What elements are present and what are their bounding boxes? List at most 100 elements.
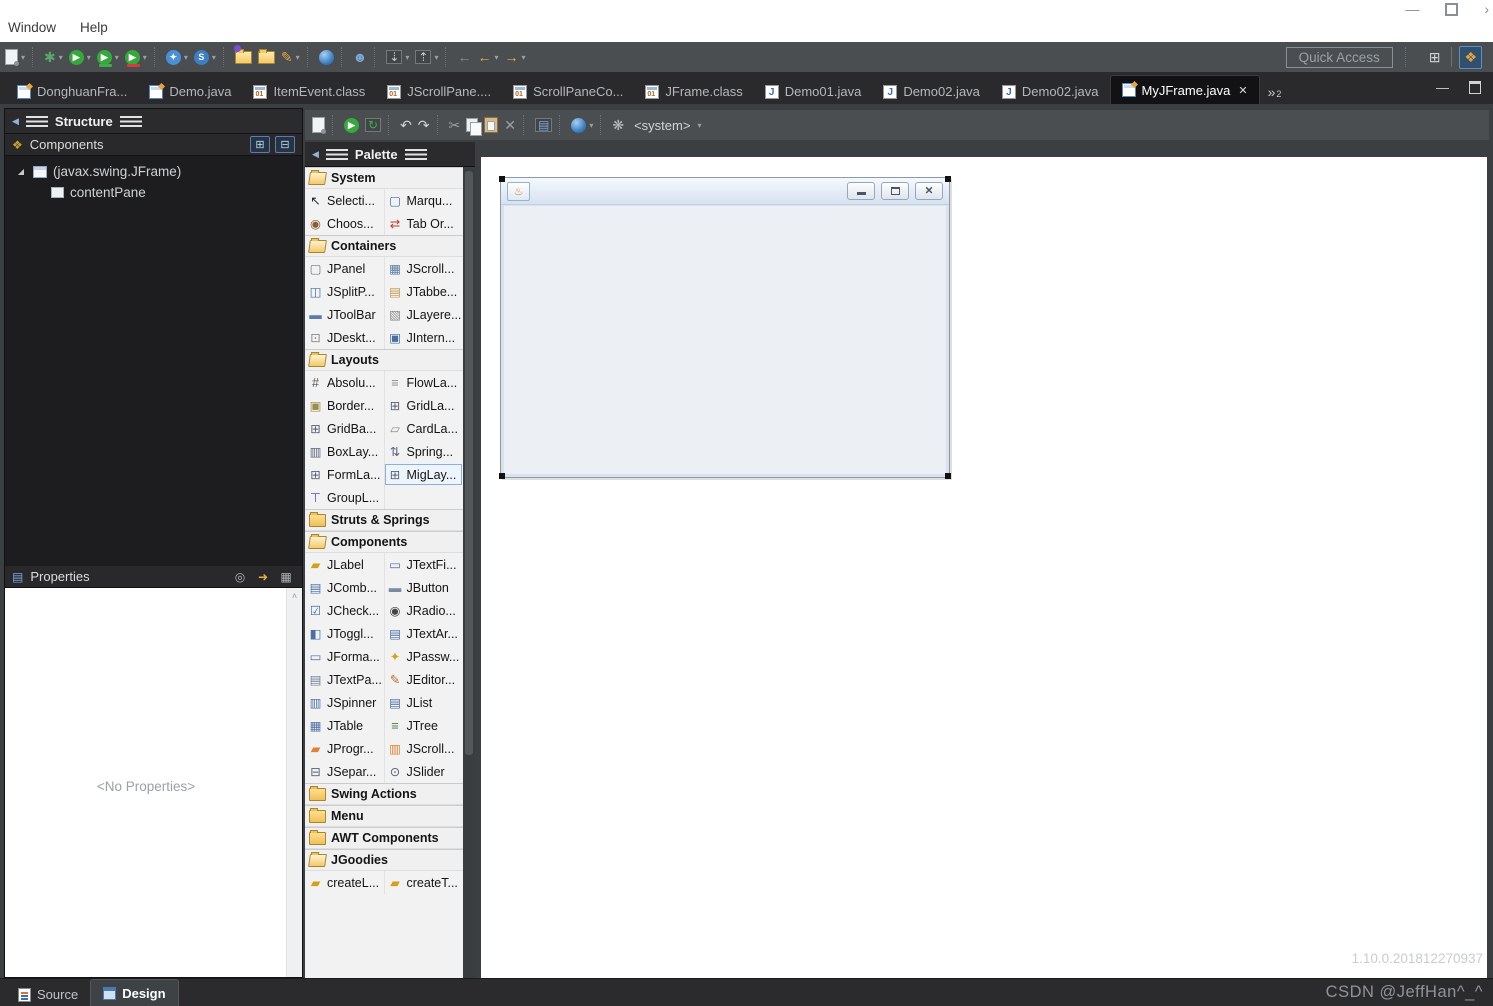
expander-icon[interactable]: ◢	[15, 167, 27, 176]
debug-icon[interactable]: ✱ ▾	[44, 45, 63, 69]
palette-section-struts-springs[interactable]: Struts & Springs	[305, 509, 463, 531]
dropdown-arrow-icon[interactable]: ▾	[212, 53, 216, 62]
undo-icon[interactable]: ↶	[400, 113, 412, 137]
dropdown-arrow-icon[interactable]: ▾	[522, 53, 526, 62]
palette-item-jdesktoppane[interactable]: ⊡ JDeskt...	[305, 326, 384, 349]
palette-item-jtextfield[interactable]: ▭ JTextFi...	[383, 553, 464, 576]
expand-all-icon[interactable]: ⊞	[250, 136, 270, 153]
palette-tab[interactable]: ◀ Palette	[305, 142, 475, 167]
team-user-icon[interactable]: ☻	[353, 45, 368, 69]
next-annotation-icon[interactable]: ⇡ ▾	[415, 45, 438, 69]
web-browser-icon[interactable]	[318, 45, 334, 69]
palette-item-jtextarea[interactable]: ▤ JTextAr...	[383, 622, 464, 645]
new-icon[interactable]: ▾	[5, 45, 25, 69]
structure-tab[interactable]: ◀ Structure	[5, 109, 302, 134]
menu-help[interactable]: Help	[80, 20, 108, 35]
palette-item-jspinner[interactable]: ▥ JSpinner	[305, 691, 384, 714]
tree-item[interactable]: contentPane	[5, 182, 302, 203]
window-restore-icon[interactable]	[1445, 2, 1459, 16]
collapse-panel-icon[interactable]: ◀	[12, 116, 19, 127]
frame-minimize-button[interactable]	[847, 182, 875, 200]
open-resource-icon[interactable]	[257, 45, 275, 69]
editor-tab[interactable]: JScrollPane....	[376, 79, 502, 104]
jframe-preview[interactable]: ♨ ✕	[499, 176, 951, 479]
palette-item-jradiobutton[interactable]: ◉ JRadio...	[383, 599, 464, 622]
palette-item-choose-bean[interactable]: ◉ Choos...	[305, 212, 384, 235]
editor-tab[interactable]: ScrollPaneCo...	[502, 79, 634, 104]
configure-properties-icon[interactable]: ▦	[277, 569, 295, 584]
palette-item-spring-layout[interactable]: ⇅ Spring...	[383, 440, 464, 463]
selection-handle[interactable]	[945, 473, 951, 479]
palette-item-border-layout[interactable]: ▣ Border...	[305, 394, 384, 417]
scroll-up-icon[interactable]: ˄	[287, 588, 302, 601]
tab-overflow-indicator[interactable]: » 2	[1260, 84, 1290, 104]
tree-item[interactable]: ◢ (javax.swing.JFrame)	[5, 161, 302, 182]
back-icon[interactable]: ← ▾	[477, 45, 498, 69]
palette-item-jprogressbar[interactable]: ▰ JProgr...	[305, 737, 384, 760]
test-window-icon[interactable]: ▶	[344, 113, 359, 137]
look-and-feel-icon[interactable]: ❋	[612, 113, 624, 137]
jframe-titlebar[interactable]: ♨ ✕	[501, 178, 949, 205]
tab-source[interactable]: Source	[6, 983, 90, 1006]
window-minimize-icon[interactable]: —	[1405, 2, 1419, 16]
palette-section-components[interactable]: Components	[305, 531, 463, 553]
locale-globe-icon[interactable]: ▾	[571, 113, 593, 137]
tab-design[interactable]: Design	[90, 979, 179, 1006]
palette-item-jtree[interactable]: ≡ JTree	[383, 714, 464, 737]
palette-item-jlabel[interactable]: ▰ JLabel	[305, 553, 384, 576]
editor-tab[interactable]: DonghuanFra...	[6, 79, 138, 104]
menu-window[interactable]: Window	[8, 20, 56, 35]
reparse-icon[interactable]	[312, 113, 326, 137]
properties-scrollbar[interactable]: ˄	[286, 588, 302, 977]
dropdown-arrow-icon[interactable]: ▾	[589, 121, 593, 130]
editor-tab[interactable]: MyJFrame.java ✕	[1109, 75, 1260, 104]
new-java-project-icon[interactable]: ✦ ▾	[165, 45, 188, 69]
back-disabled-icon[interactable]: ←	[457, 45, 471, 69]
palette-item-jtable[interactable]: ▦ JTable	[305, 714, 384, 737]
selection-handle[interactable]	[499, 176, 505, 182]
palette-item-jformattedtextfield[interactable]: ▭ JForma...	[305, 645, 384, 668]
design-canvas[interactable]: ♨ ✕ 1.10.0.201812270937	[481, 157, 1487, 978]
palette-item-jinternalframe[interactable]: ▣ JIntern...	[383, 326, 464, 349]
selection-handle[interactable]	[499, 473, 505, 479]
paste-icon[interactable]	[484, 113, 499, 137]
last-edit-location-icon[interactable]: ⇣ ▾	[386, 45, 409, 69]
dropdown-arrow-icon[interactable]: ▾	[115, 53, 119, 62]
palette-item-flow-layout[interactable]: ≡ FlowLa...	[383, 371, 464, 394]
palette-item-jscrollbar[interactable]: ▥ JScroll...	[383, 737, 464, 760]
palette-item-jtogglebutton[interactable]: ◧ JToggl...	[305, 622, 384, 645]
palette-item-jcombobox[interactable]: ▤ JComb...	[305, 576, 384, 599]
dropdown-arrow-icon[interactable]: ▾	[21, 53, 25, 62]
palette-item-absolute-layout[interactable]: # Absolu...	[305, 371, 384, 394]
palette-item-jcheckbox[interactable]: ☑ JCheck...	[305, 599, 384, 622]
palette-section-layouts[interactable]: Layouts	[305, 349, 463, 371]
palette-item-jtextpane[interactable]: ▤ JTextPa...	[305, 668, 384, 691]
palette-item-jscrollpane[interactable]: ▦ JScroll...	[383, 257, 464, 280]
editor-tab[interactable]: ItemEvent.class	[242, 79, 376, 104]
palette-item-jgoodies-create-label[interactable]: ▰ createL...	[305, 871, 384, 894]
palette-item-jpasswordfield[interactable]: ✦ JPassw...	[383, 645, 464, 668]
palette-section-containers[interactable]: Containers	[305, 235, 463, 257]
palette-item-mig-layout[interactable]: ⊞ MigLay...	[383, 463, 463, 486]
frame-maximize-button[interactable]	[881, 182, 909, 200]
palette-item-jbutton[interactable]: ▬ JButton	[383, 576, 464, 599]
window-more-icon[interactable]: ›	[1484, 2, 1489, 16]
selection-handle[interactable]	[945, 176, 951, 182]
palette-item-group-layout[interactable]: ⊤ GroupL...	[305, 486, 384, 509]
cut-icon[interactable]: ✂	[449, 113, 461, 137]
editor-tab[interactable]: Demo01.java	[754, 79, 873, 104]
palette-item-marquee[interactable]: ▢ Marqu...	[383, 189, 464, 212]
editor-tab[interactable]: Demo02.java	[991, 79, 1110, 104]
dropdown-arrow-icon[interactable]: ▾	[434, 53, 438, 62]
palette-item-jgoodies-create-title[interactable]: ▰ createT...	[383, 871, 464, 894]
quick-access-box[interactable]: Quick Access	[1285, 46, 1393, 68]
windowbuilder-perspective-icon[interactable]: ❖	[1459, 45, 1482, 69]
dropdown-arrow-icon[interactable]: ▾	[697, 121, 701, 130]
palette-item-jpanel[interactable]: ▢ JPanel	[305, 257, 384, 280]
look-and-feel-selector[interactable]: <system> ▾	[630, 113, 701, 137]
palette-item-jsplitpane[interactable]: ◫ JSplitP...	[305, 280, 384, 303]
externalize-strings-icon[interactable]: ▤	[535, 113, 553, 137]
delete-icon[interactable]: ✕	[504, 113, 516, 137]
palette-item-jtabbedpane[interactable]: ▤ JTabbe...	[383, 280, 464, 303]
new-snippet-icon[interactable]: S ▾	[193, 45, 216, 69]
